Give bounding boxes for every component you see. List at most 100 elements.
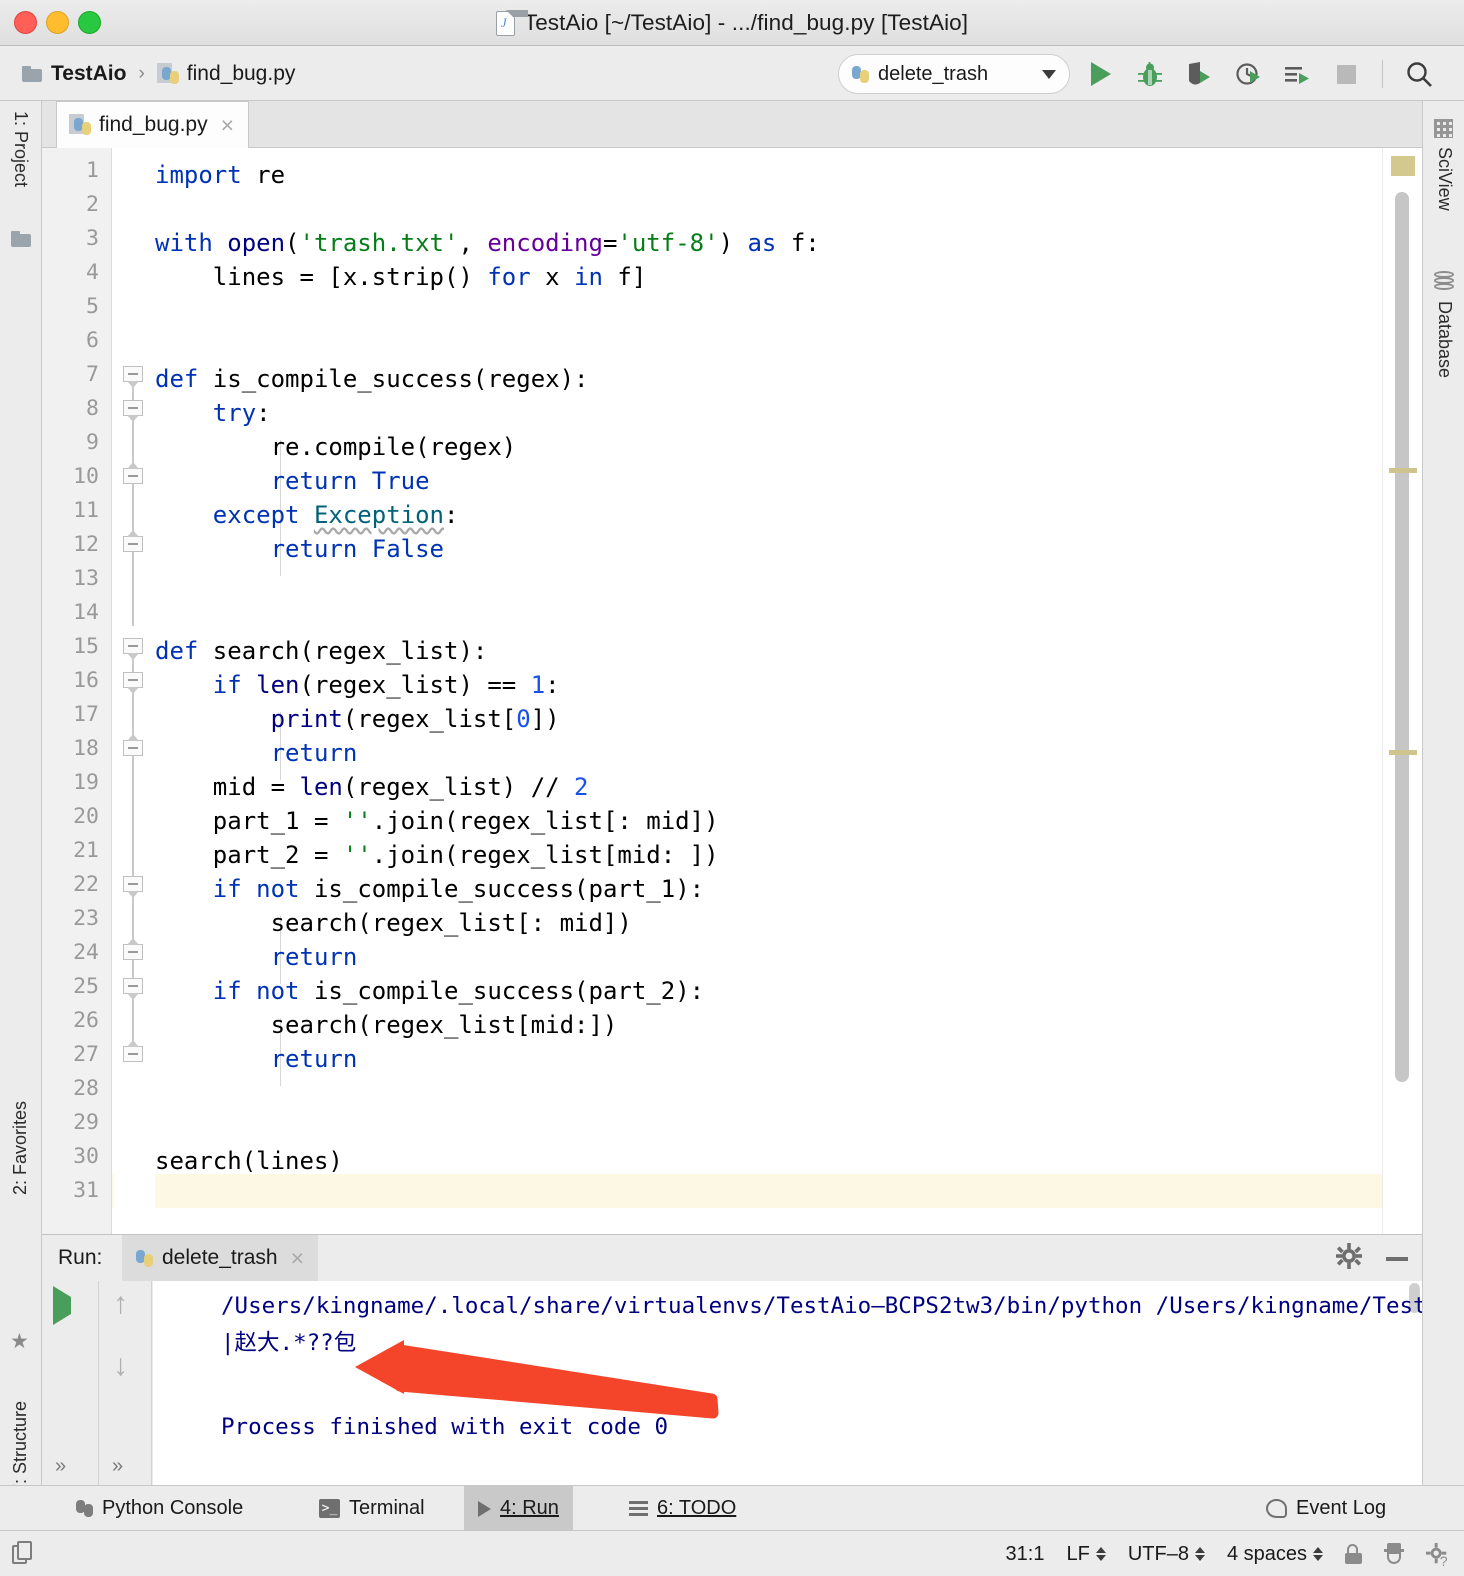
hector-inspection-icon[interactable] bbox=[1384, 1543, 1404, 1565]
line-number-gutter: 1 2 3 4 5 6 7 8 9 10 11 12 13 14 15 16 17 18 19 20 21 22 23 24 2… bbox=[42, 148, 112, 1234]
warning-stripe[interactable] bbox=[1389, 468, 1417, 473]
rerun-button[interactable] bbox=[53, 1286, 71, 1325]
tab-run[interactable]: 4: Run bbox=[464, 1486, 573, 1531]
expand-right-button[interactable]: » bbox=[112, 1455, 123, 1478]
fold-marker-close[interactable] bbox=[123, 530, 145, 558]
encoding-selector[interactable]: UTF–8 bbox=[1128, 1543, 1205, 1566]
run-side-column-secondary: ↑ ↓ » bbox=[98, 1281, 152, 1486]
tab-python-console[interactable]: Python Console bbox=[62, 1486, 257, 1531]
line-number: 12 bbox=[73, 532, 99, 557]
line-number: 15 bbox=[73, 634, 99, 659]
expand-left-button[interactable]: » bbox=[55, 1455, 66, 1478]
code-token: '' bbox=[342, 841, 372, 869]
up-arrow-button[interactable]: ↑ bbox=[113, 1289, 128, 1319]
gear-help-icon[interactable]: ? bbox=[1426, 1543, 1448, 1569]
warning-stripe[interactable] bbox=[1389, 750, 1417, 755]
fold-marker-close[interactable] bbox=[123, 462, 145, 490]
tab-terminal[interactable]: >_ Terminal bbox=[305, 1486, 439, 1531]
fold-marker-open[interactable] bbox=[123, 672, 145, 694]
fold-marker-open[interactable] bbox=[123, 366, 145, 388]
editor-scrollbar-thumb[interactable] bbox=[1395, 192, 1409, 1082]
tab-todo[interactable]: 6: TODO bbox=[615, 1486, 750, 1531]
line-number: 4 bbox=[86, 260, 99, 285]
sidebar-item-sciview[interactable]: SciView bbox=[1434, 147, 1455, 211]
fold-marker-close[interactable] bbox=[123, 938, 145, 966]
line-separator-selector[interactable]: LF bbox=[1066, 1543, 1106, 1566]
breadcrumb-separator: › bbox=[138, 62, 145, 84]
indent-selector[interactable]: 4 spaces bbox=[1227, 1543, 1323, 1566]
code-token: re.compile(regex) bbox=[155, 433, 517, 461]
close-icon[interactable]: × bbox=[221, 113, 234, 137]
hide-panel-button[interactable] bbox=[1386, 1256, 1408, 1261]
fold-marker-close[interactable] bbox=[123, 734, 145, 762]
code-token: 2 bbox=[574, 773, 589, 801]
line-number: 8 bbox=[86, 396, 99, 421]
code-token: import bbox=[155, 161, 242, 189]
code-token: ]) bbox=[530, 705, 560, 733]
run-tab-delete-trash[interactable]: delete_trash × bbox=[122, 1235, 319, 1281]
code-line: def search(regex_list): bbox=[155, 634, 487, 668]
sheets-icon[interactable] bbox=[12, 1541, 34, 1565]
breadcrumb-project[interactable]: TestAio bbox=[51, 62, 126, 86]
caret-position[interactable]: 31:1 bbox=[1006, 1543, 1045, 1566]
stop-button[interactable] bbox=[1327, 55, 1365, 93]
line-number: 22 bbox=[73, 872, 99, 897]
editor-tab-find-bug[interactable]: find_bug.py × bbox=[56, 101, 250, 148]
stop-square-icon bbox=[1336, 64, 1356, 84]
fold-marker-close[interactable] bbox=[123, 1040, 145, 1068]
code-token: 0 bbox=[516, 705, 531, 733]
sidebar-item-favorites[interactable]: 2: Favorites bbox=[10, 1101, 31, 1195]
code-editor[interactable]: 1 2 3 4 5 6 7 8 9 10 11 12 13 14 15 16 17 18 19 20 21 22 23 24 2… bbox=[42, 148, 1422, 1234]
debug-button[interactable] bbox=[1131, 55, 1169, 93]
bug-icon bbox=[1138, 61, 1162, 86]
line-number: 25 bbox=[73, 974, 99, 999]
console-line-command: /Users/kingname/.local/share/virtualenvs… bbox=[221, 1293, 1422, 1319]
code-line: return bbox=[155, 736, 358, 770]
editor-marker-bar[interactable] bbox=[1382, 148, 1422, 1234]
code-token: lines = [x.strip() bbox=[155, 263, 488, 291]
grid-icon bbox=[1434, 119, 1453, 138]
code-token: False bbox=[371, 535, 444, 563]
code-line: search(lines) bbox=[155, 1144, 343, 1178]
console-line-exit: Process finished with exit code 0 bbox=[221, 1414, 669, 1440]
code-token: part_2 = bbox=[155, 841, 343, 869]
fold-marker-open[interactable] bbox=[123, 876, 145, 898]
run-with-console-button[interactable] bbox=[1278, 55, 1316, 93]
close-icon[interactable]: × bbox=[291, 1246, 304, 1270]
code-token: len bbox=[299, 773, 343, 801]
run-configuration-selector[interactable]: delete_trash bbox=[838, 54, 1070, 94]
code-token: return bbox=[270, 943, 358, 971]
sidebar-item-project[interactable]: 1: Project bbox=[10, 111, 31, 187]
tab-event-log[interactable]: Event Log bbox=[1252, 1486, 1400, 1531]
fold-marker-open[interactable] bbox=[123, 978, 145, 1000]
sidebar-item-structure[interactable]: 7: Structure bbox=[10, 1401, 31, 1494]
folder-icon bbox=[22, 65, 42, 82]
settings-gear-button[interactable] bbox=[1336, 1243, 1362, 1274]
code-line: with open('trash.txt', encoding='utf-8')… bbox=[155, 226, 820, 260]
code-token: (regex_list[ bbox=[342, 705, 517, 733]
code-text-area[interactable]: import re with open('trash.txt', encoding… bbox=[155, 148, 1422, 1234]
code-token: .join(regex_list[: mid]) bbox=[371, 807, 719, 835]
line-number: 29 bbox=[73, 1110, 99, 1135]
lock-icon[interactable] bbox=[1345, 1544, 1362, 1564]
code-token: return bbox=[270, 739, 358, 767]
run-button[interactable] bbox=[1082, 55, 1120, 93]
breadcrumb-file[interactable]: find_bug.py bbox=[187, 62, 296, 86]
sidebar-item-database[interactable]: Database bbox=[1434, 301, 1455, 378]
run-console-output[interactable]: /Users/kingname/.local/share/virtualenvs… bbox=[153, 1281, 1422, 1486]
profile-button[interactable] bbox=[1229, 55, 1267, 93]
down-arrow-button[interactable]: ↓ bbox=[113, 1351, 128, 1381]
code-token: True bbox=[371, 467, 430, 495]
warning-marker[interactable] bbox=[1391, 156, 1415, 176]
code-token: in bbox=[574, 263, 603, 291]
search-button[interactable] bbox=[1400, 55, 1438, 93]
fold-marker-open[interactable] bbox=[123, 638, 145, 660]
coverage-button[interactable] bbox=[1180, 55, 1218, 93]
line-number: 3 bbox=[86, 226, 99, 251]
code-line: search(regex_list[: mid]) bbox=[155, 906, 632, 940]
fold-marker-open[interactable] bbox=[123, 400, 145, 422]
